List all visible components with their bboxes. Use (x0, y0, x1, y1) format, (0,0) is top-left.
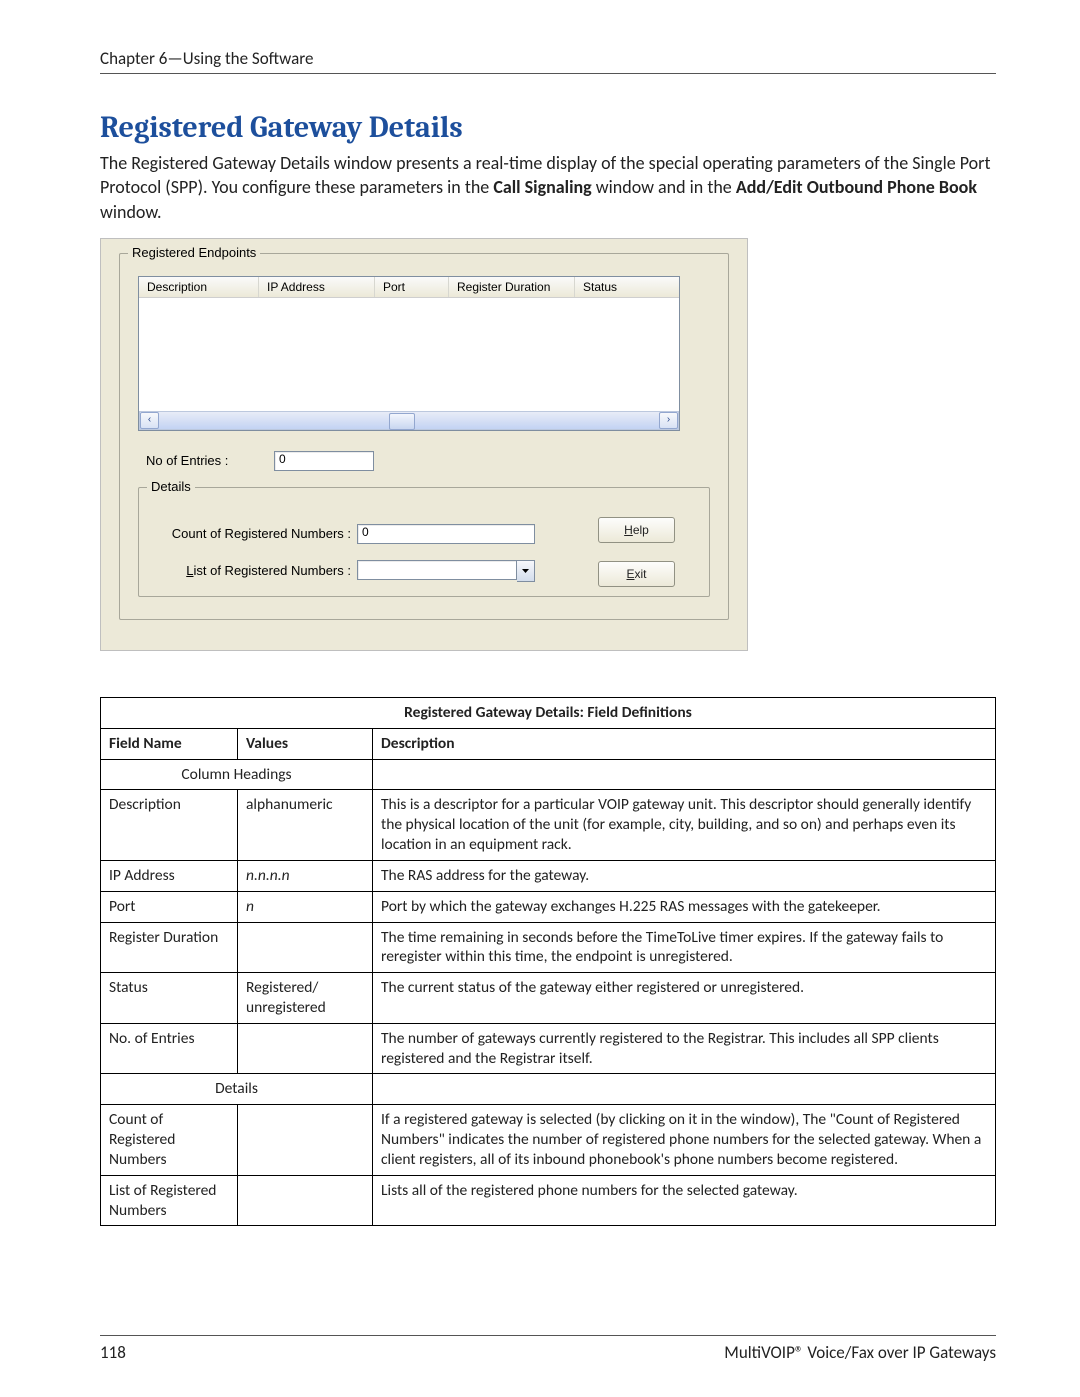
cell-desc: The time remaining in seconds before the… (373, 922, 996, 973)
table-caption: Registered Gateway Details: Field Defini… (101, 697, 996, 728)
intro-bold-2: Add/Edit Outbound Phone Book (736, 176, 977, 198)
table-row: Count of Registered Numbers If a registe… (101, 1105, 996, 1175)
col-description[interactable]: Description (139, 277, 259, 297)
table-row: Description alphanumeric This is a descr… (101, 790, 996, 860)
cell-field: List of Registered Numbers (101, 1175, 238, 1226)
page-footer: 118 MultiVOIP® Voice/Fax over IP Gateway… (100, 1335, 996, 1363)
intro-text: window. (100, 201, 162, 223)
list-label: List of Registered Numbers : (161, 563, 357, 578)
table-row: Port n Port by which the gateway exchang… (101, 891, 996, 922)
cell-values (238, 1175, 373, 1226)
empty-cell (373, 759, 996, 790)
cell-desc: If a registered gateway is selected (by … (373, 1105, 996, 1175)
dropdown-button[interactable] (517, 560, 535, 582)
underline: E (626, 567, 634, 581)
table-row: No. of Entries The number of gateways cu… (101, 1023, 996, 1074)
section-details: Details (101, 1074, 373, 1105)
scroll-right-icon[interactable]: › (659, 412, 678, 429)
underline: H (624, 523, 633, 537)
table-row: Register Duration The time remaining in … (101, 922, 996, 973)
no-entries-field[interactable]: 0 (274, 451, 374, 471)
intro-paragraph: The Registered Gateway Details window pr… (100, 151, 996, 224)
no-entries-row: No of Entries : 0 (146, 451, 716, 471)
exit-button[interactable]: Exit (598, 561, 675, 587)
chevron-down-icon (522, 569, 529, 573)
help-button[interactable]: Help (598, 517, 675, 543)
col-register-duration[interactable]: Register Duration (449, 277, 575, 297)
cell-values: alphanumeric (238, 790, 373, 860)
listview-body[interactable] (139, 298, 679, 412)
section-column-headings: Column Headings (101, 759, 373, 790)
list-combo[interactable] (357, 560, 535, 582)
cell-values: n (238, 891, 373, 922)
count-field[interactable]: 0 (357, 524, 535, 544)
chapter-header: Chapter 6—Using the Software (100, 48, 996, 74)
list-combo-text[interactable] (357, 560, 517, 580)
cell-values: Registered/ unregistered (238, 973, 373, 1024)
page-number: 118 (100, 1342, 126, 1363)
col-ip-address[interactable]: IP Address (259, 277, 375, 297)
cell-field: Port (101, 891, 238, 922)
endpoints-listview[interactable]: Description IP Address Port Register Dur… (138, 276, 680, 431)
cell-field: IP Address (101, 860, 238, 891)
field-definitions-table: Registered Gateway Details: Field Defini… (100, 697, 996, 1227)
cell-desc: This is a descriptor for a particular VO… (373, 790, 996, 860)
th-values: Values (238, 728, 373, 759)
cell-values: n.n.n.n (238, 860, 373, 891)
cell-values (238, 1023, 373, 1074)
listview-header: Description IP Address Port Register Dur… (139, 277, 679, 298)
product-name: MultiVOIP® Voice/Fax over IP Gateways (724, 1342, 996, 1363)
empty-cell (373, 1074, 996, 1105)
cell-desc: The number of gateways currently registe… (373, 1023, 996, 1074)
scrollbar-track[interactable] (159, 413, 659, 428)
intro-text: window and in the (592, 176, 736, 198)
col-status[interactable]: Status (575, 277, 679, 297)
cell-field: Description (101, 790, 238, 860)
group-legend-details: Details (147, 479, 195, 494)
scrollbar-thumb[interactable] (389, 413, 415, 430)
btn-rest: elp (633, 523, 649, 537)
page-title: Registered Gateway Details (100, 110, 996, 145)
th-description: Description (373, 728, 996, 759)
col-port[interactable]: Port (375, 277, 449, 297)
scroll-left-icon[interactable]: ‹ (140, 412, 159, 429)
intro-bold-1: Call Signaling (493, 176, 591, 198)
cell-field: No. of Entries (101, 1023, 238, 1074)
th-field-name: Field Name (101, 728, 238, 759)
cell-values (238, 922, 373, 973)
count-label: Count of Registered Numbers : (161, 526, 357, 541)
cell-values (238, 1105, 373, 1175)
cell-field: Count of Registered Numbers (101, 1105, 238, 1175)
cell-desc: The RAS address for the gateway. (373, 860, 996, 891)
btn-rest: xit (635, 567, 647, 581)
table-row: Status Registered/ unregistered The curr… (101, 973, 996, 1024)
table-row: IP Address n.n.n.n The RAS address for t… (101, 860, 996, 891)
cell-desc: Port by which the gateway exchanges H.22… (373, 891, 996, 922)
group-legend-endpoints: Registered Endpoints (128, 245, 260, 260)
cell-field: Status (101, 973, 238, 1024)
cell-desc: The current status of the gateway either… (373, 973, 996, 1024)
no-entries-label: No of Entries : (146, 453, 274, 468)
table-row: List of Registered Numbers Lists all of … (101, 1175, 996, 1226)
label-rest: ist of Registered Numbers : (193, 563, 351, 578)
cell-desc: Lists all of the registered phone number… (373, 1175, 996, 1226)
horizontal-scrollbar[interactable]: ‹ › (139, 411, 679, 430)
cell-field: Register Duration (101, 922, 238, 973)
